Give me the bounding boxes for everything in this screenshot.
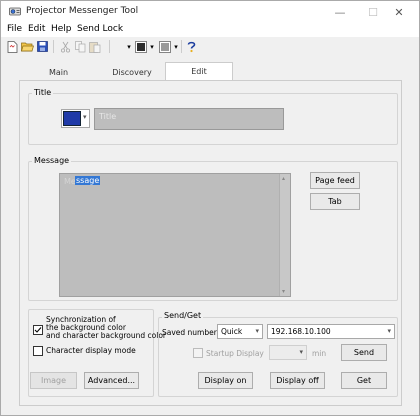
toolbar-separator — [181, 40, 182, 53]
display-off-button[interactable]: Display off — [270, 372, 325, 389]
saved-number-value: Quick — [221, 327, 243, 336]
background-color-icon — [158, 40, 171, 53]
toolbar-separator — [109, 40, 110, 53]
chevron-down-icon: ▾ — [255, 327, 259, 335]
message-textarea[interactable]: Me ssage ▴ ▾ — [59, 173, 291, 297]
page-feed-button[interactable]: Page feed — [310, 172, 360, 189]
startup-display-checkbox[interactable] — [193, 348, 203, 358]
startup-minutes-select[interactable]: ▾ — [269, 345, 307, 360]
message-scrollbar[interactable]: ▴ ▾ — [279, 174, 290, 296]
menu-bar: File Edit Help Send Lock — [1, 23, 419, 37]
toolbar-separator — [53, 40, 54, 53]
chevron-down-icon: ▾ — [299, 348, 303, 356]
chevron-down-icon: ▾ — [83, 113, 87, 121]
window-title: Projector Messenger Tool — [26, 6, 139, 16]
text-color-icon — [134, 40, 147, 53]
title-placeholder: Title — [99, 112, 117, 121]
title-color-swatch — [63, 111, 81, 126]
minimize-icon: — — [334, 5, 346, 19]
tab-discovery[interactable]: Discovery — [97, 64, 167, 80]
send-get-label: Send/Get — [162, 311, 204, 320]
close-button[interactable]: ✕ — [379, 1, 419, 23]
get-button[interactable]: Get — [341, 372, 387, 389]
saved-number-select[interactable]: Quick ▾ — [217, 324, 263, 339]
title-bar[interactable]: Projector Messenger Tool — ☐ ✕ — [1, 1, 419, 23]
open-button[interactable] — [20, 40, 34, 53]
menu-edit[interactable]: Edit — [28, 24, 45, 34]
char-display-mode-label: Character display mode — [46, 346, 136, 355]
title-group-label: Title — [32, 88, 54, 97]
tab-main[interactable]: Main — [31, 64, 86, 80]
app-window: Projector Messenger Tool — ☐ ✕ File Edit… — [0, 0, 420, 416]
toolbar: ▾ ▾ ▾ — [1, 38, 419, 56]
ip-address-value: 192.168.10.100 — [271, 327, 331, 336]
new-file-icon — [7, 40, 17, 53]
title-input[interactable]: Title — [94, 108, 284, 130]
min-label: min — [312, 349, 327, 358]
new-button[interactable] — [6, 40, 18, 53]
projector-icon — [9, 7, 21, 16]
startup-display-label: Startup Display — [206, 349, 264, 358]
tab-button[interactable]: Tab — [310, 193, 360, 210]
dropdown-arrow-icon[interactable]: ▾ — [125, 40, 133, 53]
background-color-dropdown-icon[interactable]: ▾ — [172, 40, 180, 53]
sync-color-checkbox[interactable] — [33, 325, 43, 335]
scroll-up-icon[interactable]: ▴ — [282, 175, 285, 182]
copy-button[interactable] — [74, 40, 86, 53]
advanced-button[interactable]: Advanced... — [84, 372, 139, 389]
checkmark-icon — [34, 327, 42, 333]
menu-file[interactable]: File — [7, 24, 22, 34]
paste-icon — [88, 41, 100, 53]
save-disk-icon — [36, 41, 48, 52]
char-display-mode-checkbox[interactable] — [33, 346, 43, 356]
message-text-selected: ssage — [75, 176, 101, 185]
background-color-button[interactable] — [158, 40, 171, 53]
text-color-button[interactable] — [134, 40, 147, 53]
menu-help[interactable]: Help — [51, 24, 72, 34]
message-group-label: Message — [32, 156, 72, 165]
help-question-icon — [187, 41, 195, 52]
sync-color-label-3: and character background color — [46, 331, 167, 340]
send-button[interactable]: Send — [341, 344, 387, 361]
title-color-picker[interactable]: ▾ — [61, 109, 90, 128]
cut-icon — [60, 41, 70, 53]
chevron-down-icon: ▾ — [387, 327, 391, 335]
tab-edit[interactable]: Edit — [165, 62, 233, 80]
close-icon: ✕ — [394, 5, 404, 19]
display-on-button[interactable]: Display on — [198, 372, 253, 389]
tab-bar: Main Discovery Edit — [19, 62, 402, 80]
image-button[interactable]: Image — [30, 372, 77, 389]
edit-panel: Title ▾ Title Message Me ssage ▴ ▾ Page … — [19, 80, 402, 406]
save-button[interactable] — [36, 40, 48, 53]
scroll-down-icon[interactable]: ▾ — [282, 288, 285, 295]
copy-icon — [74, 40, 85, 52]
saved-number-label: Saved number — [162, 328, 217, 337]
paste-button[interactable] — [88, 40, 101, 53]
menu-send-lock[interactable]: Send Lock — [77, 24, 123, 34]
text-color-dropdown-icon[interactable]: ▾ — [148, 40, 156, 53]
maximize-icon: ☐ — [368, 5, 378, 19]
help-button[interactable] — [186, 40, 196, 53]
cut-button[interactable] — [59, 40, 71, 53]
ip-address-select[interactable]: 192.168.10.100 ▾ — [267, 324, 395, 339]
open-folder-icon — [20, 42, 34, 52]
